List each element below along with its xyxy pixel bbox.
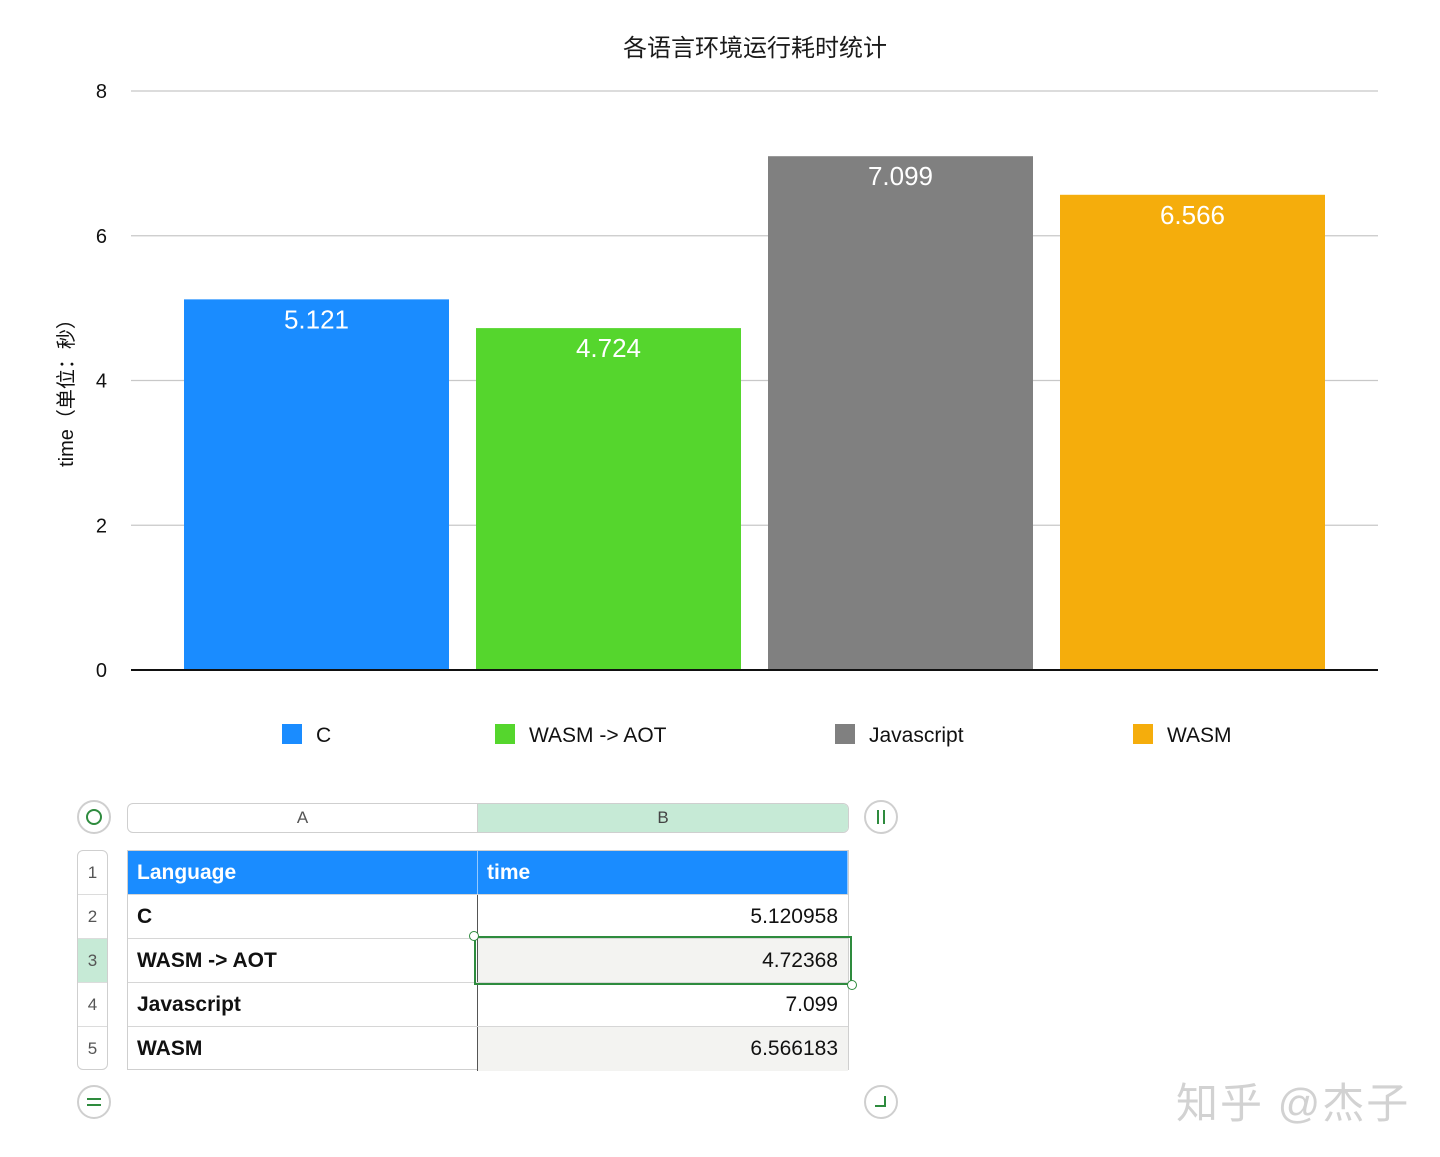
columns-pause-icon	[877, 810, 885, 824]
bar	[768, 156, 1033, 671]
cell-selection-outline[interactable]	[474, 936, 852, 985]
corner-resize-icon	[875, 1096, 886, 1107]
watermark: 知乎 @杰子	[1176, 1080, 1411, 1127]
header-cell-time[interactable]: time	[478, 851, 848, 894]
bars	[184, 156, 1325, 671]
y-tick-label: 2	[96, 515, 107, 537]
legend-label: Javascript	[869, 724, 964, 747]
time-cell[interactable]: 6.566183	[478, 1027, 848, 1071]
add-row-handle[interactable]	[77, 1085, 111, 1119]
y-tick-label: 6	[96, 226, 107, 248]
column-header-a[interactable]: A	[128, 804, 478, 832]
table-header-row: Language time	[128, 851, 848, 895]
table-row: C 5.120958	[128, 895, 848, 939]
legend-swatch	[1133, 724, 1153, 744]
language-cell[interactable]: WASM	[128, 1027, 478, 1071]
bar	[476, 328, 741, 670]
language-cell[interactable]: WASM -> AOT	[128, 939, 478, 982]
bar	[184, 299, 449, 670]
legend-swatch	[282, 724, 302, 744]
legend-label: WASM -> AOT	[529, 724, 667, 747]
data-label: 4.724	[576, 333, 641, 363]
header-cell-language[interactable]: Language	[128, 851, 478, 894]
y-tick-label: 4	[96, 371, 107, 393]
legend-swatch	[835, 724, 855, 744]
data-label: 6.566	[1160, 200, 1225, 230]
legend-swatch	[495, 724, 515, 744]
equals-icon	[87, 1098, 101, 1106]
y-tick-label: 0	[96, 660, 107, 682]
y-tick-labels: 0 2 4 6 8	[96, 81, 107, 682]
row-number-4[interactable]: 4	[78, 983, 107, 1027]
language-cell[interactable]: C	[128, 895, 478, 938]
selection-handle-bottom-right[interactable]	[847, 980, 857, 990]
y-axis-label: time（单位：秒）	[55, 309, 78, 467]
legend: C WASM -> AOT Javascript WASM	[282, 724, 1232, 747]
row-number-3[interactable]: 3	[78, 939, 107, 983]
table-row: Javascript 7.099	[128, 983, 848, 1027]
row-number-2[interactable]: 2	[78, 895, 107, 939]
row-number-5[interactable]: 5	[78, 1027, 107, 1069]
resize-table-handle[interactable]	[864, 1085, 898, 1119]
y-tick-label: 8	[96, 81, 107, 103]
time-cell[interactable]: 5.120958	[478, 895, 848, 938]
row-number-1[interactable]: 1	[78, 851, 107, 895]
data-label: 5.121	[284, 304, 349, 334]
chart-title: 各语言环境运行耗时统计	[623, 35, 887, 62]
circle-icon	[86, 809, 102, 825]
table-select-handle[interactable]	[77, 800, 111, 834]
time-cell[interactable]: 7.099	[478, 983, 848, 1026]
add-column-handle[interactable]	[864, 800, 898, 834]
column-headers: A B	[127, 803, 849, 833]
bar-chart: 各语言环境运行耗时统计 time（单位：秒） 0 2 4 6 8 5.121 4.724 7…	[55, 35, 1378, 747]
selection-handle-top-left[interactable]	[469, 931, 479, 941]
table-row: WASM 6.566183	[128, 1027, 848, 1071]
column-header-b[interactable]: B	[478, 804, 848, 832]
bar	[1060, 194, 1325, 670]
row-numbers: 1 2 3 4 5	[77, 850, 108, 1070]
data-label: 7.099	[868, 161, 933, 191]
legend-label: WASM	[1167, 724, 1232, 747]
legend-label: C	[316, 724, 331, 747]
language-cell[interactable]: Javascript	[128, 983, 478, 1026]
